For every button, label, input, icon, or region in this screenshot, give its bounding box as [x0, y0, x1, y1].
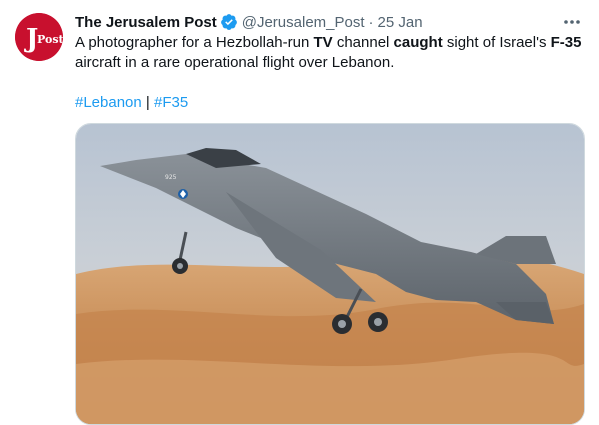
- author-handle[interactable]: @Jerusalem_Post: [242, 14, 365, 31]
- author-name[interactable]: The Jerusalem Post: [75, 14, 217, 31]
- tweet[interactable]: J Post The Jerusalem Post @Jerusalem_Pos…: [0, 0, 599, 425]
- header-separator: ·: [368, 13, 374, 31]
- tweet-media-image[interactable]: 925: [75, 123, 585, 425]
- hashtags: #Lebanon | #F35: [75, 93, 188, 113]
- tweet-text: A photographer for a Hezbollah-run TV ch…: [75, 33, 587, 73]
- hashtag-f35[interactable]: #F35: [154, 94, 188, 111]
- tweet-text-segment: aircraft in a rare operational flight ov…: [75, 54, 395, 71]
- tweet-date[interactable]: 25 Jan: [378, 14, 423, 31]
- more-options-icon[interactable]: [561, 12, 583, 32]
- jpost-logo: J Post: [15, 13, 63, 61]
- f35-photo: 925: [76, 124, 584, 424]
- tweet-text-segment: A photographer for a Hezbollah-run: [75, 34, 314, 51]
- tweet-header: The Jerusalem Post @Jerusalem_Post · 25 …: [75, 11, 423, 33]
- tweet-text-segment: channel: [332, 34, 394, 51]
- tweet-text-segment: sight of Israel's: [442, 34, 551, 51]
- verified-badge-icon: [220, 13, 238, 31]
- aircraft-number: 925: [165, 174, 177, 181]
- svg-text:Post: Post: [37, 33, 63, 46]
- hashtag-lebanon[interactable]: #Lebanon: [75, 94, 142, 111]
- tweet-text-bold: TV: [313, 34, 333, 51]
- author-avatar[interactable]: J Post: [15, 13, 63, 61]
- hashtag-separator: |: [145, 94, 150, 111]
- tweet-text-bold: caught: [393, 34, 443, 51]
- tweet-text-bold: F-35: [550, 34, 582, 51]
